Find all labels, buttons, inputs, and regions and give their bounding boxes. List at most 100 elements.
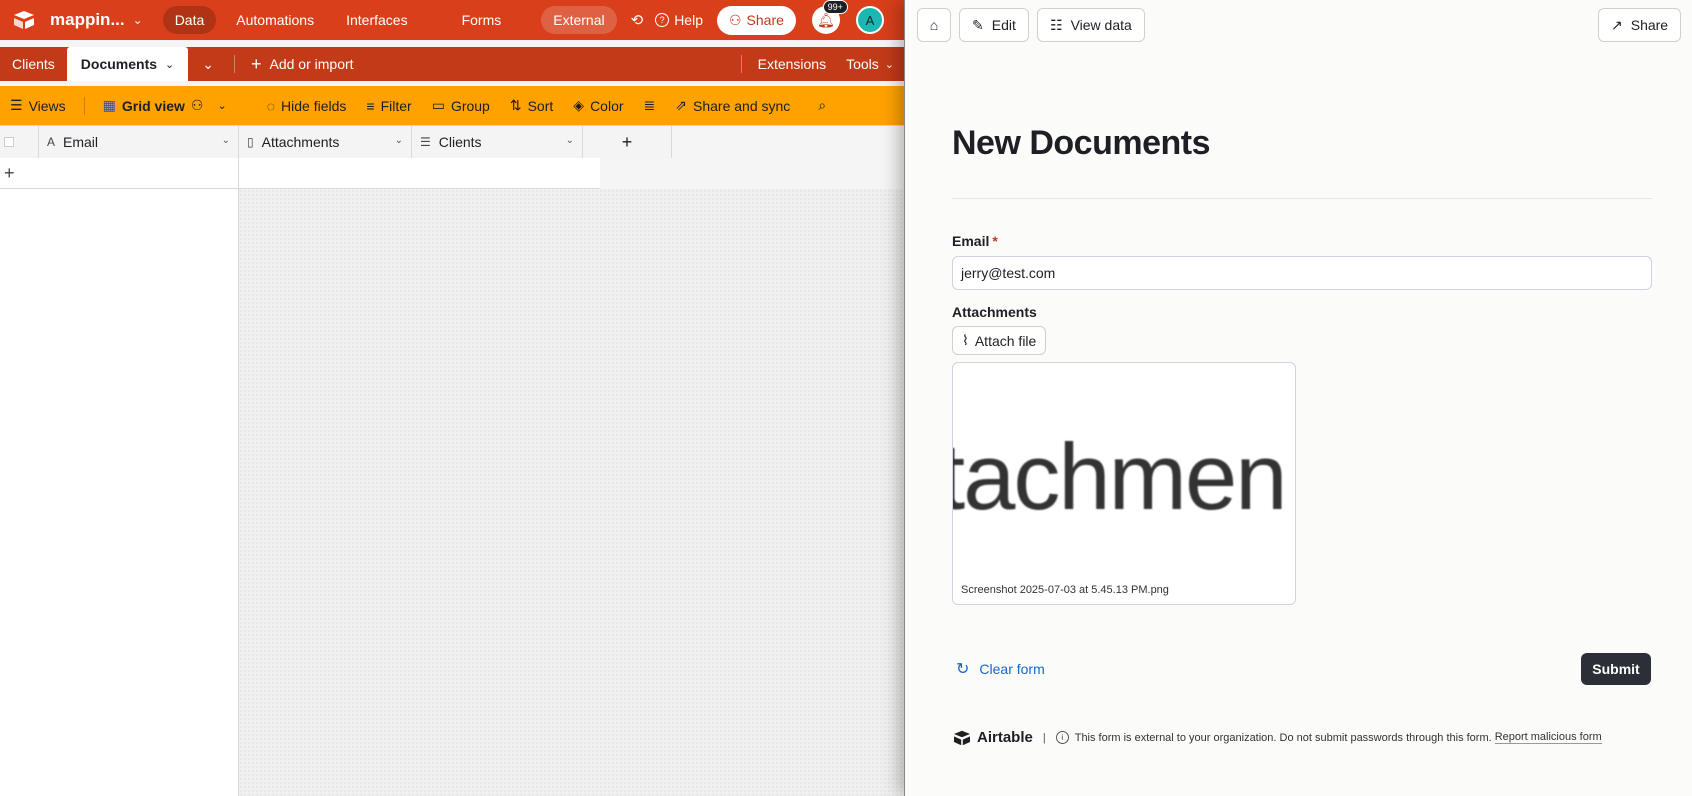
plus-icon: + bbox=[250, 53, 262, 74]
filter-button[interactable]: ≡ Filter bbox=[356, 98, 421, 114]
help-button[interactable]: ? Help bbox=[655, 12, 703, 28]
share-out-icon: ⇗ bbox=[675, 97, 687, 113]
info-icon: i bbox=[1055, 731, 1069, 744]
grid-view-label: Grid view bbox=[121, 97, 185, 114]
tools-button[interactable]: Tools ⌄ bbox=[836, 47, 904, 81]
row-height-button[interactable]: ≣ bbox=[634, 97, 666, 114]
text-field-icon: A bbox=[47, 135, 56, 149]
form-share-button[interactable]: ↗ Share bbox=[1598, 8, 1682, 42]
search-button[interactable]: ⌕ bbox=[808, 97, 836, 114]
add-or-import-button[interactable]: + Add or import bbox=[241, 54, 364, 75]
filter-icon: ≡ bbox=[366, 97, 375, 114]
attachments-field-label: Attachments bbox=[952, 304, 1037, 320]
base-share-button[interactable]: ⚇ Share bbox=[716, 5, 796, 35]
grid-empty-area bbox=[239, 189, 904, 796]
chevron-down-icon[interactable]: ⌄ bbox=[133, 13, 143, 27]
nav-external[interactable]: External bbox=[541, 6, 617, 34]
avatar[interactable]: A bbox=[855, 6, 884, 34]
email-field-label: Email * bbox=[952, 233, 998, 249]
link-field-icon: ☰ bbox=[420, 135, 431, 149]
filter-label: Filter bbox=[380, 97, 412, 114]
bell-icon: 🔔︎ bbox=[817, 11, 835, 28]
help-icon: ? bbox=[655, 13, 670, 27]
attach-file-button[interactable]: ⌇ Attach file bbox=[952, 326, 1047, 355]
submit-button[interactable]: Submit bbox=[1581, 653, 1651, 685]
nav-interfaces[interactable]: Interfaces bbox=[334, 6, 419, 34]
color-button[interactable]: ◈ Color bbox=[563, 97, 633, 114]
home-icon: ⌂ bbox=[929, 17, 939, 33]
group-label: Group bbox=[450, 97, 490, 114]
column-header-email[interactable]: A Email ⌄ bbox=[39, 126, 239, 158]
nav-data[interactable]: Data bbox=[162, 6, 217, 34]
email-field[interactable]: jerry@test.com bbox=[952, 256, 1652, 290]
add-or-import-label: Add or import bbox=[269, 56, 354, 72]
attachment-preview[interactable]: tachmen Screenshot 2025-07-03 at 5.45.13… bbox=[952, 362, 1296, 605]
app-topbar: mappin... ⌄ Data Automations Interfaces … bbox=[0, 0, 904, 40]
home-button[interactable]: ⌂ bbox=[917, 8, 951, 42]
history-icon[interactable]: ⟲ bbox=[631, 11, 644, 29]
help-label: Help bbox=[674, 12, 703, 28]
external-notice: This form is external to your organizati… bbox=[1074, 731, 1492, 744]
airtable-logo-icon bbox=[954, 730, 970, 745]
menu-icon: ☰ bbox=[10, 97, 23, 113]
clear-form-button[interactable]: ↻ Clear form bbox=[956, 659, 1045, 679]
notifications-button[interactable]: 🔔︎ 99+ bbox=[811, 0, 848, 34]
required-mark: * bbox=[992, 233, 998, 249]
nav-forms[interactable]: Forms bbox=[450, 6, 514, 34]
paint-bucket-icon: ◈ bbox=[573, 97, 585, 113]
tables-menu-chevron-icon[interactable]: ⌄ bbox=[188, 47, 228, 81]
search-icon: ⌕ bbox=[818, 97, 827, 113]
airtable-brand[interactable]: Airtable bbox=[952, 729, 1033, 746]
eye-off-icon: ◌ bbox=[266, 97, 276, 114]
column-header-clients[interactable]: ☰ Clients ⌄ bbox=[412, 126, 583, 158]
paperclip-icon: ⌇ bbox=[962, 332, 969, 348]
chevron-down-icon[interactable]: ⌄ bbox=[222, 135, 230, 146]
page-title: New Documents bbox=[952, 124, 1211, 162]
select-all-cell[interactable] bbox=[0, 126, 39, 158]
file-icon: ▯ bbox=[247, 135, 254, 149]
chevron-down-icon[interactable]: ⌄ bbox=[165, 58, 174, 71]
base-name[interactable]: mappin... bbox=[50, 10, 125, 30]
divider bbox=[952, 198, 1652, 199]
table-tabs: Clients Documents ⌄ ⌄ + Add or import Ex… bbox=[0, 47, 904, 81]
edit-button[interactable]: ✎ Edit bbox=[959, 8, 1029, 42]
sort-button[interactable]: ⇅ Sort bbox=[500, 97, 563, 114]
extensions-button[interactable]: Extensions bbox=[748, 47, 836, 81]
grid-icon: ▦ bbox=[102, 97, 116, 113]
attachment-preview-image-text: tachmen bbox=[952, 424, 1288, 529]
views-button[interactable]: ☰ Views bbox=[0, 97, 76, 114]
column-header-attachments[interactable]: ▯ Attachments ⌄ bbox=[239, 126, 412, 158]
report-malicious-link[interactable]: Report malicious form bbox=[1494, 731, 1602, 744]
grid-header: A Email ⌄ ▯ Attachments ⌄ ☰ Clients ⌄ + bbox=[0, 126, 672, 158]
row-height-icon: ≣ bbox=[643, 97, 656, 113]
column-attachments-label: Attachments bbox=[261, 134, 340, 150]
edit-label: Edit bbox=[991, 17, 1016, 33]
view-data-button[interactable]: ☷ View data bbox=[1037, 8, 1145, 42]
airtable-brand-label: Airtable bbox=[977, 729, 1033, 746]
attach-file-label: Attach file bbox=[974, 332, 1037, 349]
chevron-down-icon[interactable]: ⌄ bbox=[395, 135, 403, 146]
add-record-row[interactable]: + bbox=[0, 158, 600, 189]
chevron-down-icon[interactable]: ⌄ bbox=[566, 135, 574, 146]
airtable-logo-icon[interactable] bbox=[12, 10, 38, 30]
view-toolbar: ☰ Views ▦ Grid view ⚇ ⌄ ◌ Hide fields ≡ … bbox=[0, 86, 904, 126]
email-label-text: Email bbox=[952, 233, 990, 249]
add-field-button[interactable]: + bbox=[583, 126, 672, 158]
group-button[interactable]: ▭ Group bbox=[422, 97, 500, 114]
share-and-sync-button[interactable]: ⇗ Share and sync bbox=[665, 97, 800, 114]
table-tab-clients[interactable]: Clients bbox=[0, 47, 67, 81]
group-icon: ▭ bbox=[431, 97, 445, 113]
base-share-label: Share bbox=[746, 12, 784, 28]
checkbox-icon bbox=[4, 137, 14, 147]
grid-view-button[interactable]: ▦ Grid view ⚇ ⌄ bbox=[93, 97, 237, 114]
table-tab-documents[interactable]: Documents ⌄ bbox=[66, 47, 189, 81]
hide-fields-button[interactable]: ◌ Hide fields bbox=[257, 98, 357, 114]
people-icon: ⚇ bbox=[190, 97, 204, 113]
nav-automations[interactable]: Automations bbox=[224, 6, 326, 34]
form-share-label: Share bbox=[1630, 17, 1669, 33]
share-and-sync-label: Share and sync bbox=[693, 97, 791, 114]
table-tab-documents-label: Documents bbox=[80, 56, 158, 72]
divider bbox=[740, 55, 742, 73]
form-footer: Airtable | i This form is external to yo… bbox=[952, 729, 1602, 746]
plus-icon: + bbox=[4, 163, 15, 183]
